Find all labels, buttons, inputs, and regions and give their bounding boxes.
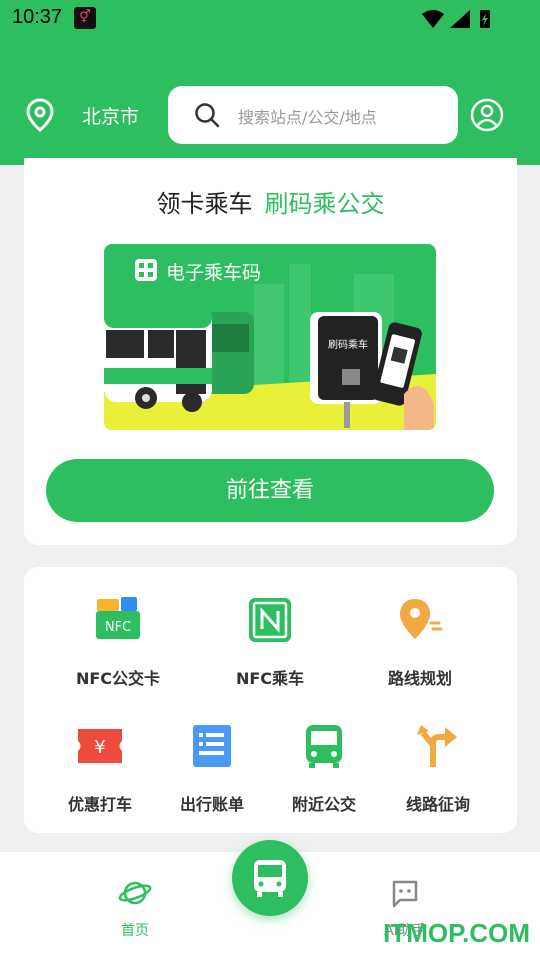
feature-label: 线路征询 <box>405 795 470 814</box>
view-now-button[interactable]: 前往查看 <box>46 459 494 522</box>
search-icon <box>195 103 220 128</box>
feature-route-survey[interactable]: 线路征询 <box>378 721 498 815</box>
feature-label: NFC公交卡 <box>75 669 161 688</box>
city-selector[interactable]: 北京市 <box>82 102 139 129</box>
feature-label: 优惠打车 <box>67 795 132 814</box>
bill-icon <box>193 725 231 767</box>
feature-label: 出行账单 <box>179 795 244 814</box>
bus-center-button[interactable] <box>232 840 308 916</box>
svg-text:NFC: NFC <box>105 620 131 635</box>
ai-assistant-icon <box>392 880 418 908</box>
app-notification-icon: ⚥ <box>74 7 96 29</box>
promo-title-accent: 刷码乘公交 <box>264 190 385 218</box>
nav-home[interactable]: 首页 <box>105 878 165 940</box>
search-input[interactable]: 搜索站点/公交/地点 <box>168 86 458 144</box>
location-pin-icon[interactable] <box>24 98 56 132</box>
feature-label: 路线规划 <box>387 669 452 688</box>
ride-code-banner[interactable]: 刷码乘车 电子乘车码 <box>104 244 436 430</box>
feature-label: 附近公交 <box>291 795 356 814</box>
svg-text:¥: ¥ <box>94 737 105 758</box>
feature-taxi-coupon[interactable]: ¥ 优惠打车 <box>40 721 160 815</box>
nearby-bus-icon <box>306 725 342 768</box>
status-icons <box>422 10 490 28</box>
status-time: 10:37 <box>12 6 63 28</box>
taxi-coupon-icon: ¥ <box>78 729 122 763</box>
home-planet-icon <box>118 881 152 905</box>
profile-icon[interactable] <box>470 98 504 132</box>
status-bar: 10:37 ⚥ <box>0 0 540 36</box>
route-survey-icon <box>417 725 457 767</box>
promo-title-main: 领卡乘车 <box>156 190 253 218</box>
nfc-icon <box>249 598 291 642</box>
feature-label: NFC乘车 <box>235 669 305 688</box>
nav-home-label: 首页 <box>121 923 149 939</box>
feature-nfc-ride[interactable]: NFC乘车 <box>210 595 330 689</box>
feature-route-plan[interactable]: 路线规划 <box>360 595 480 689</box>
feature-grid: NFC NFC公交卡 NFC乘车 路线规划 ¥ 优惠打车 出行账单 附近公交 线… <box>24 567 517 833</box>
qr-code-icon <box>135 259 157 281</box>
feature-nfc-card[interactable]: NFC NFC公交卡 <box>58 595 178 689</box>
feature-bill[interactable]: 出行账单 <box>152 721 272 815</box>
route-plan-icon <box>400 599 443 639</box>
feature-nearby-bus[interactable]: 附近公交 <box>264 721 384 815</box>
bus-icon <box>254 860 286 897</box>
ride-code-card: 领卡乘车 刷码乘公交 刷码乘车 电子乘车码 前往查看 <box>24 158 517 545</box>
banner-device-text: 刷码乘车 <box>328 338 368 351</box>
watermark: ITMOP.COM <box>383 918 530 948</box>
search-placeholder: 搜索站点/公交/地点 <box>238 108 377 127</box>
banner-label: 电子乘车码 <box>166 262 262 284</box>
promo-title: 领卡乘车 刷码乘公交 <box>24 184 517 219</box>
nfc-card-icon: NFC <box>96 597 140 639</box>
